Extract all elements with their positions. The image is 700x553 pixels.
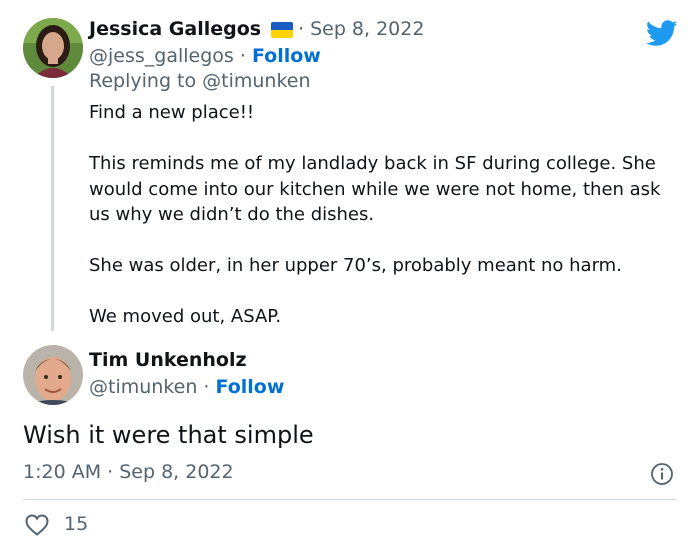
follow-button-jessica[interactable]: Follow <box>252 45 321 67</box>
replying-to-label[interactable]: Replying to @timunken <box>89 70 311 92</box>
handle-separator: · <box>197 376 216 398</box>
info-icon[interactable] <box>650 462 674 486</box>
main-tweet-text: Wish it were that simple <box>23 421 314 449</box>
main-handle-row: @timunken · Follow <box>89 376 284 398</box>
reply-handle-row: @jess_gallegos · Follow <box>89 45 321 67</box>
ukraine-flag-icon <box>271 22 293 38</box>
avatar-tim[interactable] <box>23 345 83 405</box>
reply-paragraph: She was older, in her upper 70’s, probab… <box>89 255 622 276</box>
main-author-name[interactable]: Tim Unkenholz <box>89 349 247 371</box>
reply-tweet-body: Find a new place!! This reminds me of my… <box>89 100 679 330</box>
follow-button-tim[interactable]: Follow <box>216 376 285 398</box>
main-tweet-timestamp[interactable]: 1:20 AM · Sep 8, 2022 <box>23 461 234 483</box>
reply-author-name[interactable]: Jessica Gallegos <box>89 18 261 40</box>
reply-date[interactable]: · Sep 8, 2022 <box>298 18 424 40</box>
reply-paragraph: Find a new place!! <box>89 102 255 123</box>
like-count: 15 <box>64 513 89 535</box>
avatar-jessica[interactable] <box>23 18 83 78</box>
heart-icon[interactable] <box>24 513 50 537</box>
handle-separator: · <box>233 45 252 67</box>
twitter-bird-icon[interactable] <box>645 20 678 47</box>
divider <box>23 499 677 500</box>
reply-handle[interactable]: @jess_gallegos <box>89 45 234 67</box>
tweet-embed-card: Jessica Gallegos · Sep 8, 2022 @jess_gal… <box>0 0 700 553</box>
reply-paragraph: This reminds me of my landlady back in S… <box>89 153 661 225</box>
main-handle[interactable]: @timunken <box>89 376 197 398</box>
reply-paragraph: We moved out, ASAP. <box>89 306 282 327</box>
thread-connector-line <box>51 86 54 331</box>
